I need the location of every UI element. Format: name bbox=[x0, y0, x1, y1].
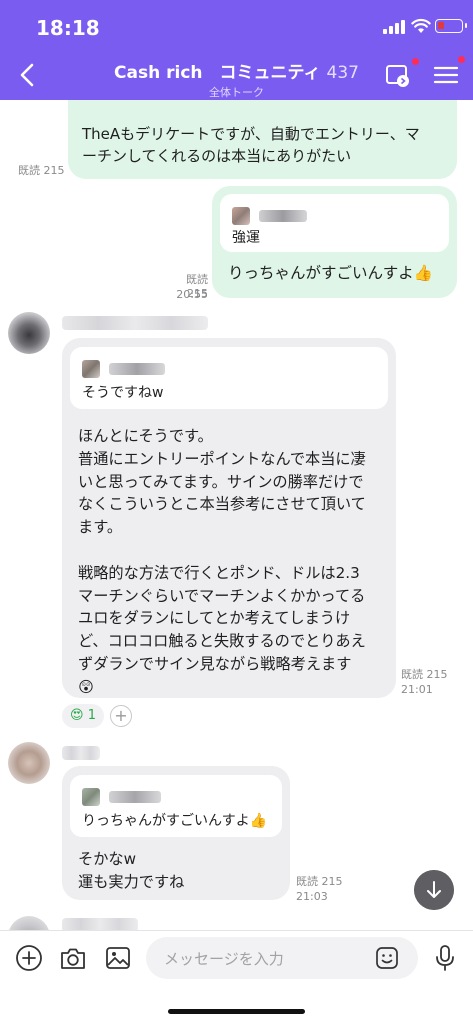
message-line: ーチンしてくれるのは本当にありがたい bbox=[82, 147, 352, 165]
menu-icon[interactable] bbox=[431, 60, 461, 90]
message-line bbox=[78, 539, 366, 562]
camera-icon[interactable] bbox=[58, 943, 88, 973]
member-count: 437 bbox=[326, 63, 359, 83]
message-line: ユロをダランにしてとか考えてしまうけ bbox=[78, 609, 351, 628]
message-line: 普通にエントリーポイントなんで本当に凄 bbox=[78, 449, 366, 468]
message-line: なくこういうとこ本当参考にさせて頂いて bbox=[78, 495, 366, 514]
message-line: いと思ってみてます。サインの勝率だけで bbox=[78, 472, 364, 491]
message-line: ど、コロコロ触ると失敗するのでとりあえ bbox=[78, 632, 366, 651]
video-call-icon[interactable] bbox=[383, 60, 413, 90]
read-receipt: 既読 215 bbox=[296, 875, 343, 888]
wifi-icon bbox=[411, 18, 431, 33]
quoted-author bbox=[82, 357, 165, 378]
message-line: 😲 bbox=[78, 677, 94, 696]
message-bubble-other[interactable]: そうですねw ほんとにそうです。 普通にエントリーポイントなんで本当に凄 いと思… bbox=[62, 338, 396, 698]
quoted-text: そうですねw bbox=[82, 385, 164, 401]
quoted-text: 強運 bbox=[232, 230, 260, 246]
avatar[interactable] bbox=[8, 312, 50, 354]
message-text: そかなw 運も実力ですね bbox=[78, 848, 184, 894]
back-icon[interactable] bbox=[14, 60, 44, 90]
sender-name bbox=[62, 746, 100, 760]
page-title: Cash rich コミュニティ 437 bbox=[100, 58, 373, 83]
quoted-text: りっちゃんがすごいんすよ👍 bbox=[82, 813, 268, 829]
home-indicator bbox=[168, 1009, 305, 1014]
notification-dot bbox=[412, 58, 419, 65]
add-reaction-button[interactable]: + bbox=[110, 705, 132, 727]
avatar[interactable] bbox=[8, 916, 50, 930]
message-time: 20:55 bbox=[176, 288, 208, 301]
arrow-down-icon[interactable] bbox=[414, 870, 454, 910]
read-receipt: 既読 215 bbox=[401, 668, 448, 681]
message-time: 21:01 bbox=[401, 683, 433, 696]
message-text: TheAもデリケートですが、自動でエントリー、マ ーチンしてくれるのは本当にあり… bbox=[82, 123, 420, 167]
message-input[interactable]: メッセージを入力 bbox=[146, 937, 418, 979]
message-line: 運も実力ですね bbox=[78, 872, 185, 891]
sender-name bbox=[62, 918, 138, 930]
message-bubble-mine[interactable]: TheAもデリケートですが、自動でエントリー、マ ーチンしてくれるのは本当にあり… bbox=[68, 100, 457, 179]
reaction-count: 1 bbox=[87, 708, 96, 723]
battery-icon bbox=[435, 19, 467, 33]
status-time: 18:18 bbox=[36, 16, 100, 40]
message-bubble-mine[interactable]: 強運 りっちゃんがすごいんすよ👍 bbox=[212, 186, 457, 298]
avatar[interactable] bbox=[8, 742, 50, 784]
chat-header: 18:18 Cash rich コミュニティ 437 全体トーク bbox=[0, 0, 473, 100]
message-line: 戦略的な方法で行くとポンド、ドルは2.3 bbox=[78, 563, 360, 582]
quoted-author bbox=[232, 204, 307, 225]
message-line: そかなw bbox=[78, 850, 136, 868]
sender-name bbox=[62, 316, 208, 330]
heart-eyes-emoji-icon: 😍 bbox=[70, 708, 84, 723]
message-bubble-other[interactable]: りっちゃんがすごいんすよ👍 そかなw 運も実力ですね bbox=[62, 766, 290, 900]
page-subtitle: 全体トーク bbox=[209, 86, 264, 99]
message-line: マーチンぐらいでマーチンよくかかってる bbox=[78, 586, 366, 605]
message-list[interactable]: TheAもデリケートですが、自動でエントリー、マ ーチンしてくれるのは本当にあり… bbox=[0, 100, 473, 930]
message-composer: メッセージを入力 bbox=[0, 930, 473, 1024]
group-name: Cash rich コミュニティ bbox=[114, 63, 321, 83]
message-line: ほんとにそうです。 bbox=[78, 427, 213, 445]
chat-title-area[interactable]: Cash rich コミュニティ 437 全体トーク bbox=[100, 58, 373, 100]
quoted-reply[interactable]: そうですねw bbox=[70, 347, 388, 409]
read-receipt: 既読 215 bbox=[18, 164, 65, 177]
status-bar: 18:18 bbox=[0, 0, 473, 50]
plus-icon[interactable] bbox=[14, 943, 44, 973]
signal-icon bbox=[383, 20, 407, 34]
reaction-badge[interactable]: 😍 1 bbox=[62, 704, 104, 728]
mic-icon[interactable] bbox=[430, 943, 460, 973]
quoted-reply[interactable]: りっちゃんがすごいんすよ👍 bbox=[70, 775, 282, 837]
message-line: ずダランでサイン見ながら戦略考えます bbox=[78, 654, 352, 673]
message-time: 21:03 bbox=[296, 890, 328, 903]
message-line: ます。 bbox=[78, 518, 123, 537]
message-text: ほんとにそうです。 普通にエントリーポイントなんで本当に凄 いと思ってみてます。… bbox=[78, 425, 366, 699]
quoted-author bbox=[82, 785, 161, 806]
emoji-icon[interactable] bbox=[375, 946, 399, 970]
message-line: TheAもデリケートですが、自動でエントリー、マ bbox=[82, 125, 420, 143]
input-placeholder: メッセージを入力 bbox=[164, 950, 284, 968]
message-text: りっちゃんがすごいんすよ👍 bbox=[228, 264, 433, 282]
notification-dot bbox=[458, 56, 465, 63]
quoted-reply[interactable]: 強運 bbox=[220, 194, 449, 252]
image-icon[interactable] bbox=[103, 943, 133, 973]
